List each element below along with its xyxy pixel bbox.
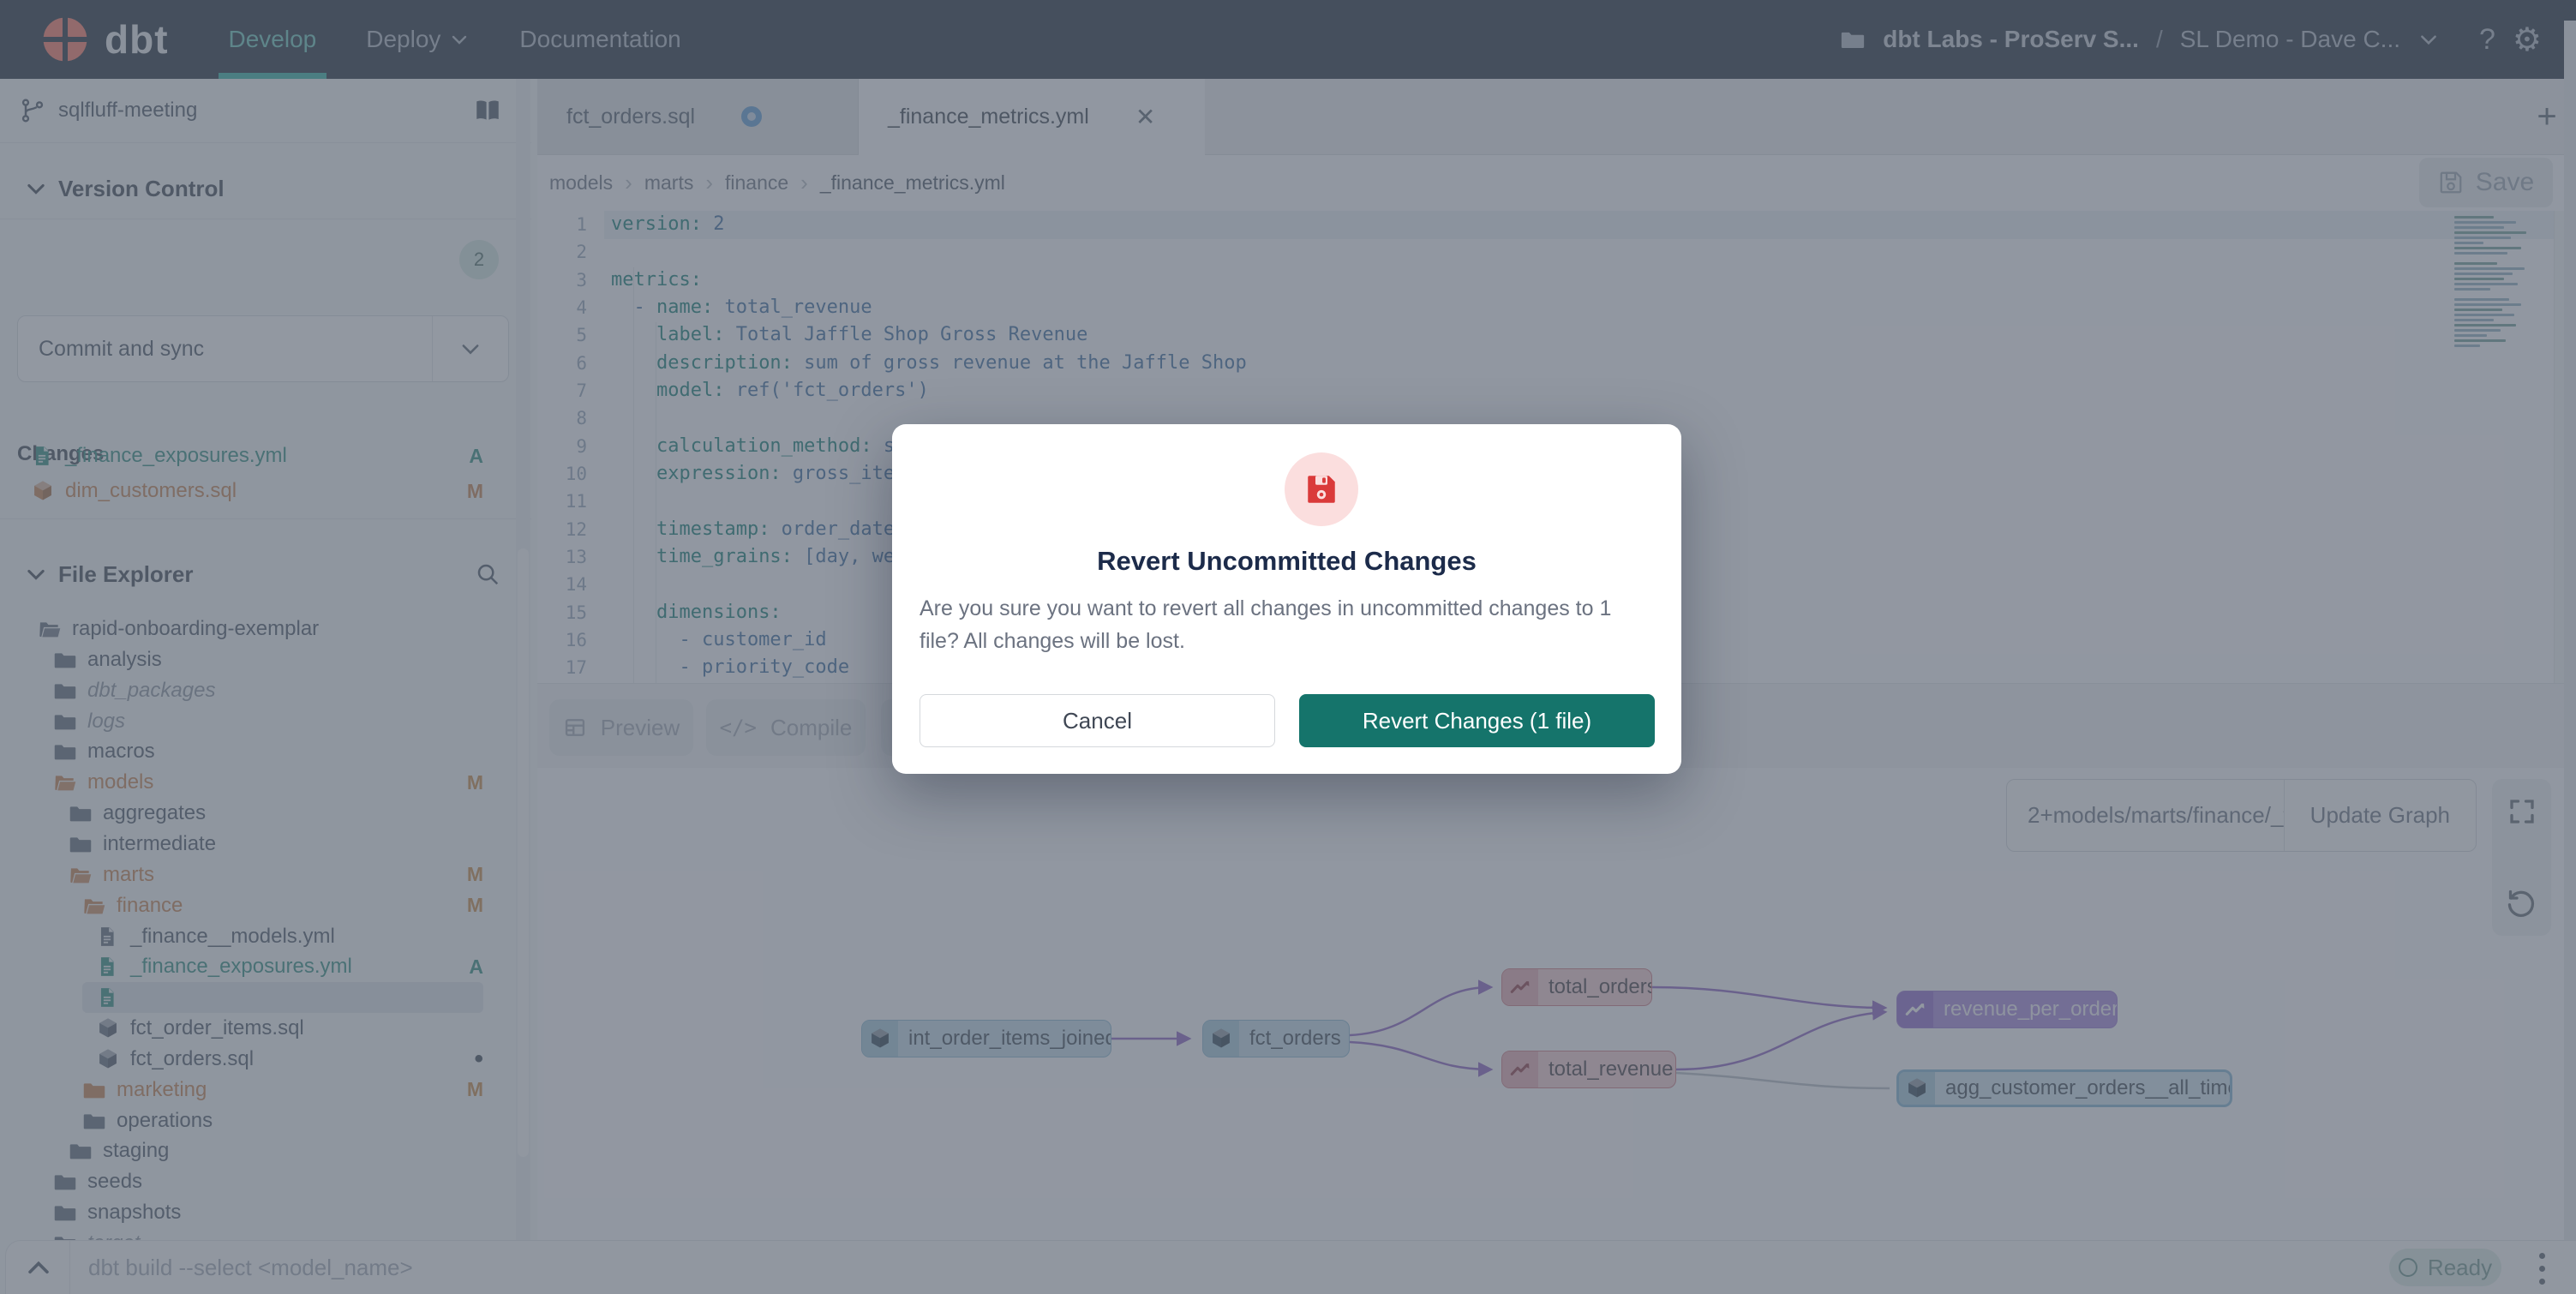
modal-body-text: Are you sure you want to revert all chan… — [920, 592, 1639, 657]
revert-changes-button[interactable]: Revert Changes (1 file) — [1299, 694, 1655, 747]
modal-title: Revert Uncommitted Changes — [892, 546, 1681, 577]
revert-changes-modal: Revert Uncommitted Changes Are you sure … — [892, 424, 1681, 774]
cancel-button[interactable]: Cancel — [920, 694, 1275, 747]
dbt-cloud-ide: dbt DevelopDeployDocumentation dbt Labs … — [0, 0, 2576, 1294]
save-warning-icon — [1285, 452, 1358, 526]
